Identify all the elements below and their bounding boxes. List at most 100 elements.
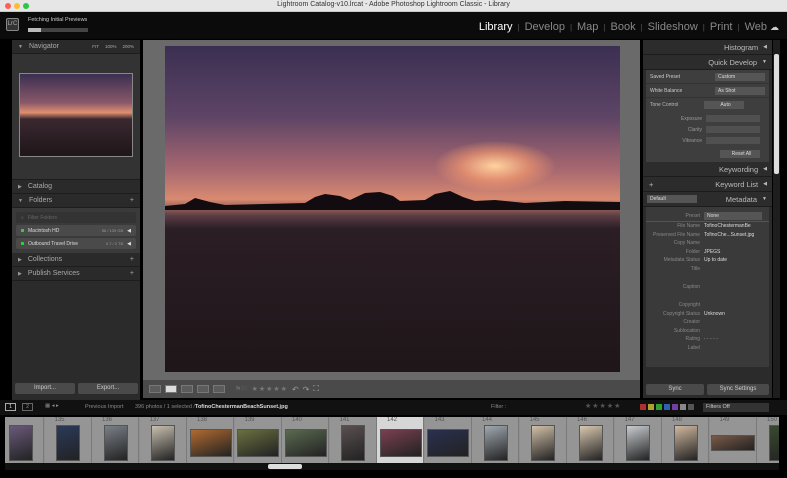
metadata-set-select[interactable]: Default <box>647 195 697 203</box>
rotate-right-icon[interactable]: ↷ <box>303 385 310 394</box>
filmstrip-cell[interactable]: 142 <box>377 417 424 463</box>
thumbnail[interactable] <box>531 425 555 461</box>
label-color-swatch[interactable] <box>688 404 694 410</box>
filmstrip-cell[interactable]: 139 <box>234 417 282 463</box>
scrollbar-thumb[interactable] <box>774 54 779 174</box>
module-map[interactable]: Map <box>577 21 598 33</box>
thumbnail[interactable] <box>341 425 365 461</box>
exposure-buttons[interactable] <box>706 115 760 122</box>
field-value[interactable]: JPEGS <box>704 249 720 255</box>
filmstrip-cell[interactable]: 141 <box>329 417 377 463</box>
filmstrip-cell[interactable]: 148 <box>662 417 709 463</box>
folders-header[interactable]: ▼ Folders + <box>12 194 140 208</box>
add-folder-icon[interactable]: + <box>130 197 134 204</box>
thumbnail[interactable] <box>379 429 422 457</box>
label-color-swatch[interactable] <box>672 404 678 410</box>
primary-window-button[interactable]: 1 <box>5 403 17 411</box>
metadata-header[interactable]: Default Metadata ▼ <box>643 192 772 207</box>
filmstrip-cell[interactable]: 137 <box>139 417 187 463</box>
label-color-swatch[interactable] <box>680 404 686 410</box>
thumbnail[interactable] <box>483 425 508 461</box>
thumbnail[interactable] <box>673 425 698 461</box>
filmstrip-cell[interactable]: 138 <box>187 417 234 463</box>
compare-view-button[interactable] <box>181 385 193 393</box>
zoom-200[interactable]: 200% <box>122 44 134 49</box>
zoom-fit[interactable]: FIT <box>92 44 99 49</box>
thumbnail[interactable] <box>151 425 175 461</box>
filmstrip-scrollbar[interactable] <box>5 463 779 470</box>
filmstrip-cell[interactable]: 135 <box>44 417 92 463</box>
filmstrip-cell[interactable]: 140 <box>282 417 329 463</box>
histogram-header[interactable]: Histogram ◀ <box>643 40 772 55</box>
filmstrip-cell[interactable]: 143 <box>424 417 472 463</box>
module-library[interactable]: Library <box>479 21 513 33</box>
rotate-left-icon[interactable]: ↶ <box>292 385 299 394</box>
scrollbar-thumb[interactable] <box>268 464 302 469</box>
add-publish-icon[interactable]: + <box>130 270 134 277</box>
people-view-button[interactable] <box>213 385 225 393</box>
sync-settings-button[interactable]: Sync Settings <box>707 384 769 395</box>
thumbnail[interactable] <box>189 429 232 457</box>
survey-view-button[interactable] <box>197 385 209 393</box>
navigator-header[interactable]: ▼ Navigator FIT 100% 200% <box>12 40 140 54</box>
label-color-swatch[interactable] <box>664 404 670 410</box>
zoom-100[interactable]: 100% <box>105 44 117 49</box>
thumbnail[interactable] <box>8 425 33 461</box>
filmstrip-cell[interactable]: 145 <box>519 417 567 463</box>
thumbnail[interactable] <box>626 425 650 461</box>
cloud-icon[interactable]: ☁ <box>770 22 779 33</box>
field-value[interactable]: · · · · · <box>704 336 718 342</box>
module-print[interactable]: Print <box>710 21 733 33</box>
source-label[interactable]: Previous Import <box>85 404 124 410</box>
field-value[interactable]: TofinoChestermanBe <box>704 223 751 229</box>
field-value[interactable]: Up to date <box>704 257 727 263</box>
keywording-header[interactable]: Keywording ◀ <box>643 162 772 177</box>
module-web[interactable]: Web <box>745 21 767 33</box>
main-photo[interactable] <box>165 46 620 372</box>
grid-view-button[interactable] <box>149 385 161 393</box>
collections-header[interactable]: ▶ Collections + <box>12 253 140 267</box>
filmstrip-cell[interactable]: 136 <box>92 417 139 463</box>
filmstrip-cell[interactable]: 144 <box>472 417 519 463</box>
grid-icon[interactable]: ▦ ◂ ▸ <box>45 403 59 409</box>
quick-develop-header[interactable]: Quick Develop ▼ <box>643 55 772 70</box>
thumbnail[interactable] <box>711 435 755 451</box>
label-color-swatch[interactable] <box>640 404 646 410</box>
field-value[interactable]: TofinoChe...Sunset.jpg <box>704 232 754 238</box>
publish-services-header[interactable]: ▶ Publish Services + <box>12 267 140 281</box>
rating-stars[interactable]: ★★★★★ <box>252 385 288 393</box>
thumbnail[interactable] <box>578 425 603 461</box>
saved-preset-select[interactable]: Custom <box>715 72 765 81</box>
label-color-swatch[interactable] <box>648 404 654 410</box>
module-slideshow[interactable]: Slideshow <box>648 21 698 33</box>
add-collection-icon[interactable]: + <box>130 256 134 263</box>
module-book[interactable]: Book <box>611 21 636 33</box>
selected-filename[interactable]: TofinoChestermanBeachSunset.jpg <box>195 404 288 410</box>
export-button[interactable]: Export... <box>78 383 138 394</box>
clarity-buttons[interactable] <box>706 126 760 133</box>
volume-macintosh-hd[interactable]: Macintosh HD 56 / 139 GB ◀ <box>16 225 136 236</box>
white-balance-select[interactable]: As Shot <box>715 86 765 95</box>
loupe-view-button[interactable] <box>165 385 177 393</box>
thumbnail[interactable] <box>56 425 80 461</box>
filmstrip-cell[interactable] <box>5 417 44 463</box>
filmstrip-cell[interactable]: 150 <box>757 417 779 463</box>
filmstrip-cell[interactable]: 146 <box>567 417 614 463</box>
folder-filter-input[interactable]: ⌕ Filter Folders <box>16 212 136 223</box>
filmstrip-cell[interactable]: 147 <box>614 417 662 463</box>
navigator-preview[interactable] <box>19 73 133 157</box>
volume-outbound-travel-drive[interactable]: Outbound Travel Drive 0.7 / 2 TB ◀ <box>16 238 136 249</box>
module-develop[interactable]: Develop <box>525 21 565 33</box>
secondary-window-button[interactable]: 2 <box>22 403 34 411</box>
catalog-header[interactable]: ▶ Catalog <box>12 180 140 194</box>
filter-stars[interactable]: ★★★★★ <box>585 402 621 410</box>
thumbnail[interactable] <box>103 425 128 461</box>
thumbnail[interactable] <box>237 429 279 457</box>
right-panel-scrollbar[interactable] <box>773 40 780 398</box>
label-color-swatch[interactable] <box>656 404 662 410</box>
auto-tone-button[interactable]: Auto <box>704 101 744 109</box>
sync-button[interactable]: Sync <box>646 384 704 395</box>
reset-all-button[interactable]: Reset All <box>720 150 760 158</box>
flag-icon[interactable]: ⚑⚐ <box>235 385 248 393</box>
thumbnail[interactable] <box>768 425 779 461</box>
